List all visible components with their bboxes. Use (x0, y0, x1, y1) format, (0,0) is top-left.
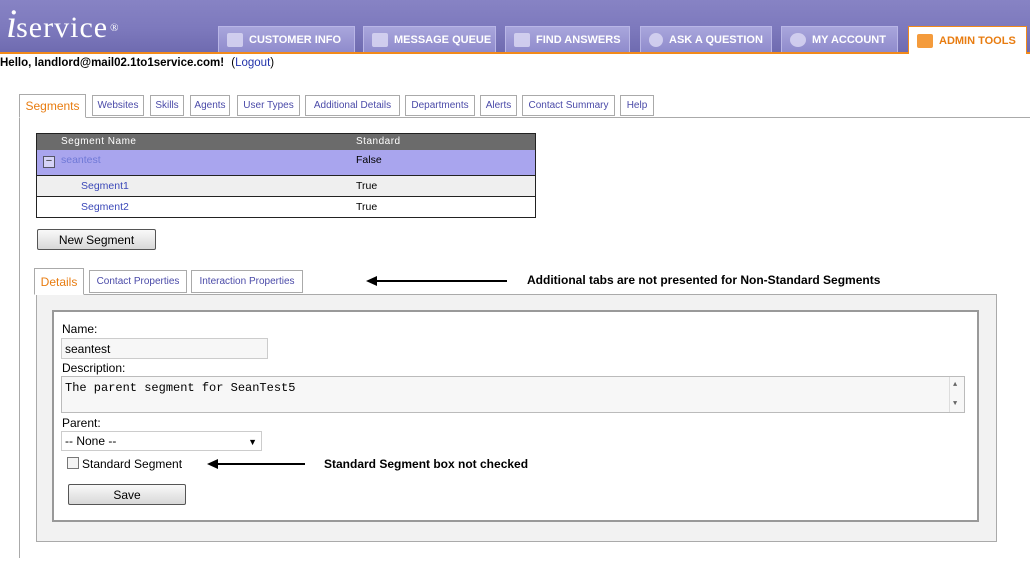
nav-label: MESSAGE QUEUE (394, 33, 492, 46)
tabs-annotation: Additional tabs are not presented for No… (527, 273, 881, 287)
collapse-icon[interactable]: − (43, 156, 55, 168)
nav-message-queue[interactable]: MESSAGE QUEUE (363, 26, 496, 52)
tab-contact-summary[interactable]: Contact Summary (522, 95, 615, 116)
nav-label: ASK A QUESTION (669, 33, 763, 46)
nav-my-account[interactable]: MY ACCOUNT (781, 26, 898, 52)
registered-mark: ® (110, 22, 120, 34)
tab-user-types[interactable]: User Types (237, 95, 300, 116)
scroll-up-icon[interactable]: ▲ (953, 381, 957, 389)
document-icon (372, 32, 388, 47)
table-row[interactable]: Segment2 True (37, 196, 535, 217)
nav-admin-tools[interactable]: ADMIN TOOLS (908, 26, 1027, 54)
annotation-arrow-line (216, 463, 305, 465)
standard-segment-checkbox[interactable] (67, 457, 79, 469)
standard-value: False (356, 154, 382, 166)
standard-segment-label[interactable]: Standard Segment (82, 457, 182, 471)
name-label: Name: (62, 322, 98, 336)
segment-name-link[interactable]: Segment2 (81, 201, 129, 213)
app-header: iservice ® CUSTOMER INFO MESSAGE QUEUE FI… (0, 0, 1030, 54)
name-input[interactable]: seantest (61, 338, 268, 359)
tab-interaction-properties[interactable]: Interaction Properties (191, 270, 303, 293)
tab-contact-properties[interactable]: Contact Properties (89, 270, 187, 293)
annotation-arrow-line (375, 280, 507, 282)
tab-alerts[interactable]: Alerts (480, 95, 517, 116)
standard-value: True (356, 201, 378, 213)
table-row[interactable]: Segment1 True (37, 175, 535, 196)
parent-label: Parent: (62, 416, 101, 430)
new-segment-button[interactable]: New Segment (37, 229, 156, 250)
save-button[interactable]: Save (68, 484, 186, 505)
segments-grid: Segment Name Standard − seantest False S… (36, 133, 536, 218)
tab-skills[interactable]: Skills (150, 95, 184, 116)
greeting-text: Hello, landlord@mail02.1to1service.com! (0, 57, 225, 69)
grid-header: Segment Name Standard (37, 134, 535, 150)
table-row[interactable]: − seantest False (37, 150, 535, 175)
chevron-down-icon: ▼ (248, 437, 257, 447)
scroll-down-icon[interactable]: ▼ (953, 400, 957, 408)
tab-agents[interactable]: Agents (190, 95, 230, 116)
description-scrollbar[interactable]: ▲ ▼ (949, 377, 964, 412)
tab-additional-details[interactable]: Additional Details (305, 95, 400, 116)
column-header-segment-name[interactable]: Segment Name (61, 136, 136, 147)
parent-selected-value: -- None -- (65, 434, 117, 448)
segment-name-link[interactable]: seantest (61, 154, 101, 166)
nav-label: MY ACCOUNT (812, 33, 886, 46)
iservice-logo[interactable]: iservice ® (6, 4, 119, 48)
nav-ask-a-question[interactable]: ASK A QUESTION (640, 26, 772, 52)
description-label: Description: (62, 361, 126, 375)
logo-text: service (16, 11, 109, 44)
question-icon (649, 32, 663, 47)
nav-customer-info[interactable]: CUSTOMER INFO (218, 26, 355, 52)
tab-details[interactable]: Details (34, 268, 84, 295)
segment-name-link[interactable]: Segment1 (81, 180, 129, 192)
logout-link[interactable]: Logout (235, 57, 270, 69)
standard-value: True (356, 180, 378, 192)
description-text: The parent segment for SeanTest5 (65, 381, 296, 395)
tab-help[interactable]: Help (620, 95, 654, 116)
tab-departments[interactable]: Departments (405, 95, 475, 116)
checkbox-annotation: Standard Segment box not checked (324, 457, 529, 471)
description-textarea[interactable]: The parent segment for SeanTest5 ▲ ▼ (61, 376, 965, 413)
parent-select[interactable]: -- None -- ▼ (61, 431, 262, 451)
nav-label: FIND ANSWERS (536, 33, 621, 46)
nav-label: CUSTOMER INFO (249, 33, 342, 46)
eye-icon (790, 32, 806, 47)
greeting: Hello, landlord@mail02.1to1service.com! … (0, 57, 274, 69)
tab-websites[interactable]: Websites (92, 95, 144, 116)
book-icon (514, 32, 530, 47)
nav-find-answers[interactable]: FIND ANSWERS (505, 26, 630, 52)
tab-segments[interactable]: Segments (19, 94, 86, 118)
people-icon (227, 32, 243, 47)
nav-label: ADMIN TOOLS (939, 34, 1016, 47)
column-header-standard[interactable]: Standard (356, 136, 401, 147)
logout-paren-close: ) (270, 57, 275, 69)
wrench-icon (917, 33, 933, 48)
